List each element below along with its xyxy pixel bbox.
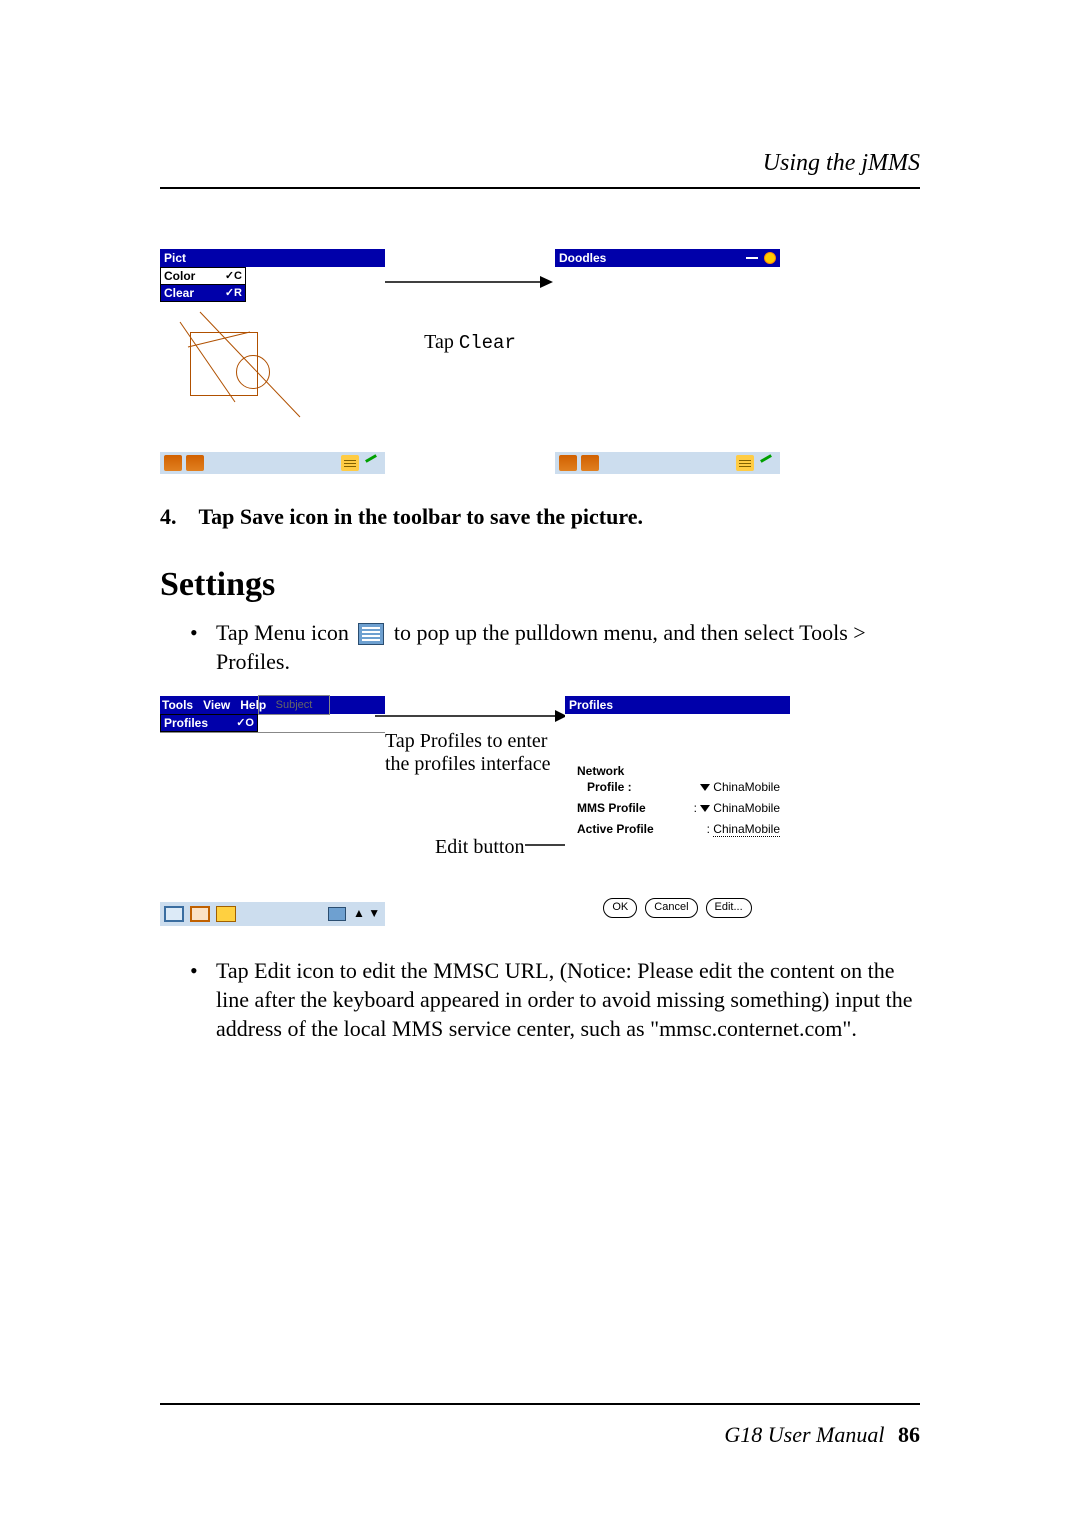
running-header: Using the jMMS <box>160 150 920 177</box>
tools-profiles-label: Profiles <box>164 715 208 731</box>
pda-screen-pict: Pict Color ✓C Clear ✓R <box>160 249 385 474</box>
settings-heading: Settings <box>160 566 920 604</box>
pda-screen-profiles: Profiles Network Profile : ChinaMobile M… <box>565 696 790 926</box>
folder-icon[interactable] <box>216 906 236 922</box>
tools-profiles-shortcut: ✓O <box>236 715 254 731</box>
header-rule <box>160 187 920 189</box>
statusbar-icon[interactable] <box>164 455 182 471</box>
bullet1-lead: Tap Menu icon <box>216 620 354 645</box>
menu-tools[interactable]: Tools <box>162 696 193 714</box>
page: Using the jMMS Pict Color ✓C Clear ✓R <box>0 0 1080 1528</box>
active-profile-value[interactable]: : ChinaMobile <box>707 822 780 836</box>
keyboard-icon[interactable] <box>341 455 359 471</box>
footer-page-number: 86 <box>898 1422 920 1447</box>
menu-icon[interactable] <box>327 906 347 922</box>
edit-button[interactable]: Edit... <box>706 898 752 918</box>
pen-icon[interactable] <box>363 455 381 471</box>
statusbar-left <box>160 452 385 474</box>
profiles-list: Network Profile : ChinaMobile MMS Profil… <box>577 764 780 843</box>
tools-profiles-item[interactable]: Profiles ✓O <box>161 715 257 731</box>
pict-menu-clear-shortcut: ✓R <box>225 285 242 301</box>
figure-row-1: Pict Color ✓C Clear ✓R <box>160 249 920 474</box>
ok-button[interactable]: OK <box>603 898 637 918</box>
pict-menu-color[interactable]: Color ✓C <box>161 268 245 284</box>
mail-delete-icon[interactable] <box>190 906 210 922</box>
record-icon[interactable] <box>764 252 776 264</box>
arrow-column-1: Tap Clear <box>385 249 555 354</box>
doodle-canvas-right <box>555 267 780 452</box>
profile-label: Profile : <box>587 780 632 794</box>
statusbar-icon[interactable] <box>186 455 204 471</box>
titlebar-pict-label: Pict <box>164 249 186 267</box>
arrow-label-1: Tap Clear <box>424 331 516 354</box>
subject-field[interactable]: Subject <box>258 695 330 715</box>
figure-row-2: Tools View Help Profiles ✓O Subject <box>160 696 920 926</box>
mail-out-icon[interactable] <box>164 906 184 922</box>
menu-view[interactable]: View <box>203 696 230 714</box>
pict-menu-color-label: Color <box>164 268 195 284</box>
pict-menu-clear-label: Clear <box>164 285 194 301</box>
statusbar-right <box>555 452 780 474</box>
profile-select[interactable]: ChinaMobile <box>700 780 780 794</box>
minimize-icon[interactable] <box>746 257 758 259</box>
pen-icon[interactable] <box>758 455 776 471</box>
pict-menu[interactable]: Color ✓C Clear ✓R <box>160 267 246 302</box>
dropdown-icon <box>700 805 710 812</box>
footer-manual-title: G18 User Manual <box>724 1422 884 1447</box>
statusbar-icon[interactable] <box>581 455 599 471</box>
cancel-button[interactable]: Cancel <box>645 898 697 918</box>
note-edit-button: Edit button <box>435 836 524 859</box>
keyboard-icon[interactable] <box>736 455 754 471</box>
bullet-dot-icon: • <box>190 956 198 985</box>
arrow-right-icon <box>375 706 565 726</box>
step-4: 4. Tap Save icon in the toolbar to save … <box>160 504 920 530</box>
active-profile-row: Active Profile : ChinaMobile <box>577 822 780 836</box>
bullet-edit-mmsc: • Tap Edit icon to edit the MMSC URL, (N… <box>190 956 920 1043</box>
bullet2-text: Tap Edit icon to edit the MMSC URL, (Not… <box>216 958 912 1041</box>
active-profile-label: Active Profile <box>577 822 654 836</box>
bullet-dot-icon: • <box>190 618 198 647</box>
menu-icon <box>358 623 384 645</box>
titlebar-doodles-label: Doodles <box>559 249 606 267</box>
step-text: Tap Save icon in the toolbar to save the… <box>199 504 644 530</box>
profiles-buttons: OK Cancel Edit... <box>565 898 790 918</box>
footer-rule <box>160 1403 920 1405</box>
titlebar-profiles: Profiles <box>565 696 790 714</box>
titlebar-doodles: Doodles <box>555 249 780 267</box>
titlebar-pict: Pict <box>160 249 385 267</box>
annotation-column: Tap Profiles to enter the profiles inter… <box>385 696 545 926</box>
profiles-body: Network Profile : ChinaMobile MMS Profil… <box>565 714 790 926</box>
pict-menu-clear[interactable]: Clear ✓R <box>161 284 245 301</box>
dropdown-icon <box>700 784 710 791</box>
arrow-right-icon <box>385 271 555 293</box>
compose-statusbar <box>160 902 385 926</box>
pda-screen-compose: Tools View Help Profiles ✓O Subject <box>160 696 385 926</box>
network-label: Network <box>577 764 780 778</box>
bullet-menu-profiles: • Tap Menu icon to pop up the pulldown m… <box>190 618 920 676</box>
nav-arrows-icon[interactable] <box>353 906 381 922</box>
mms-profile-row: MMS Profile : ChinaMobile <box>577 801 780 815</box>
pict-menu-color-shortcut: ✓C <box>225 268 242 284</box>
compose-area <box>160 732 385 902</box>
pda-screen-doodles: Doodles <box>555 249 780 474</box>
statusbar-icon[interactable] <box>559 455 577 471</box>
mms-profile-select[interactable]: : ChinaMobile <box>694 801 780 815</box>
tools-dropdown[interactable]: Profiles ✓O <box>160 714 258 732</box>
titlebar-profiles-label: Profiles <box>569 696 613 714</box>
step-number: 4. <box>160 504 177 530</box>
profile-row: Profile : ChinaMobile <box>587 780 780 794</box>
note-profiles: Tap Profiles to enter the profiles inter… <box>385 730 565 776</box>
footer: G18 User Manual 86 <box>724 1422 920 1448</box>
mms-profile-label: MMS Profile <box>577 801 646 815</box>
